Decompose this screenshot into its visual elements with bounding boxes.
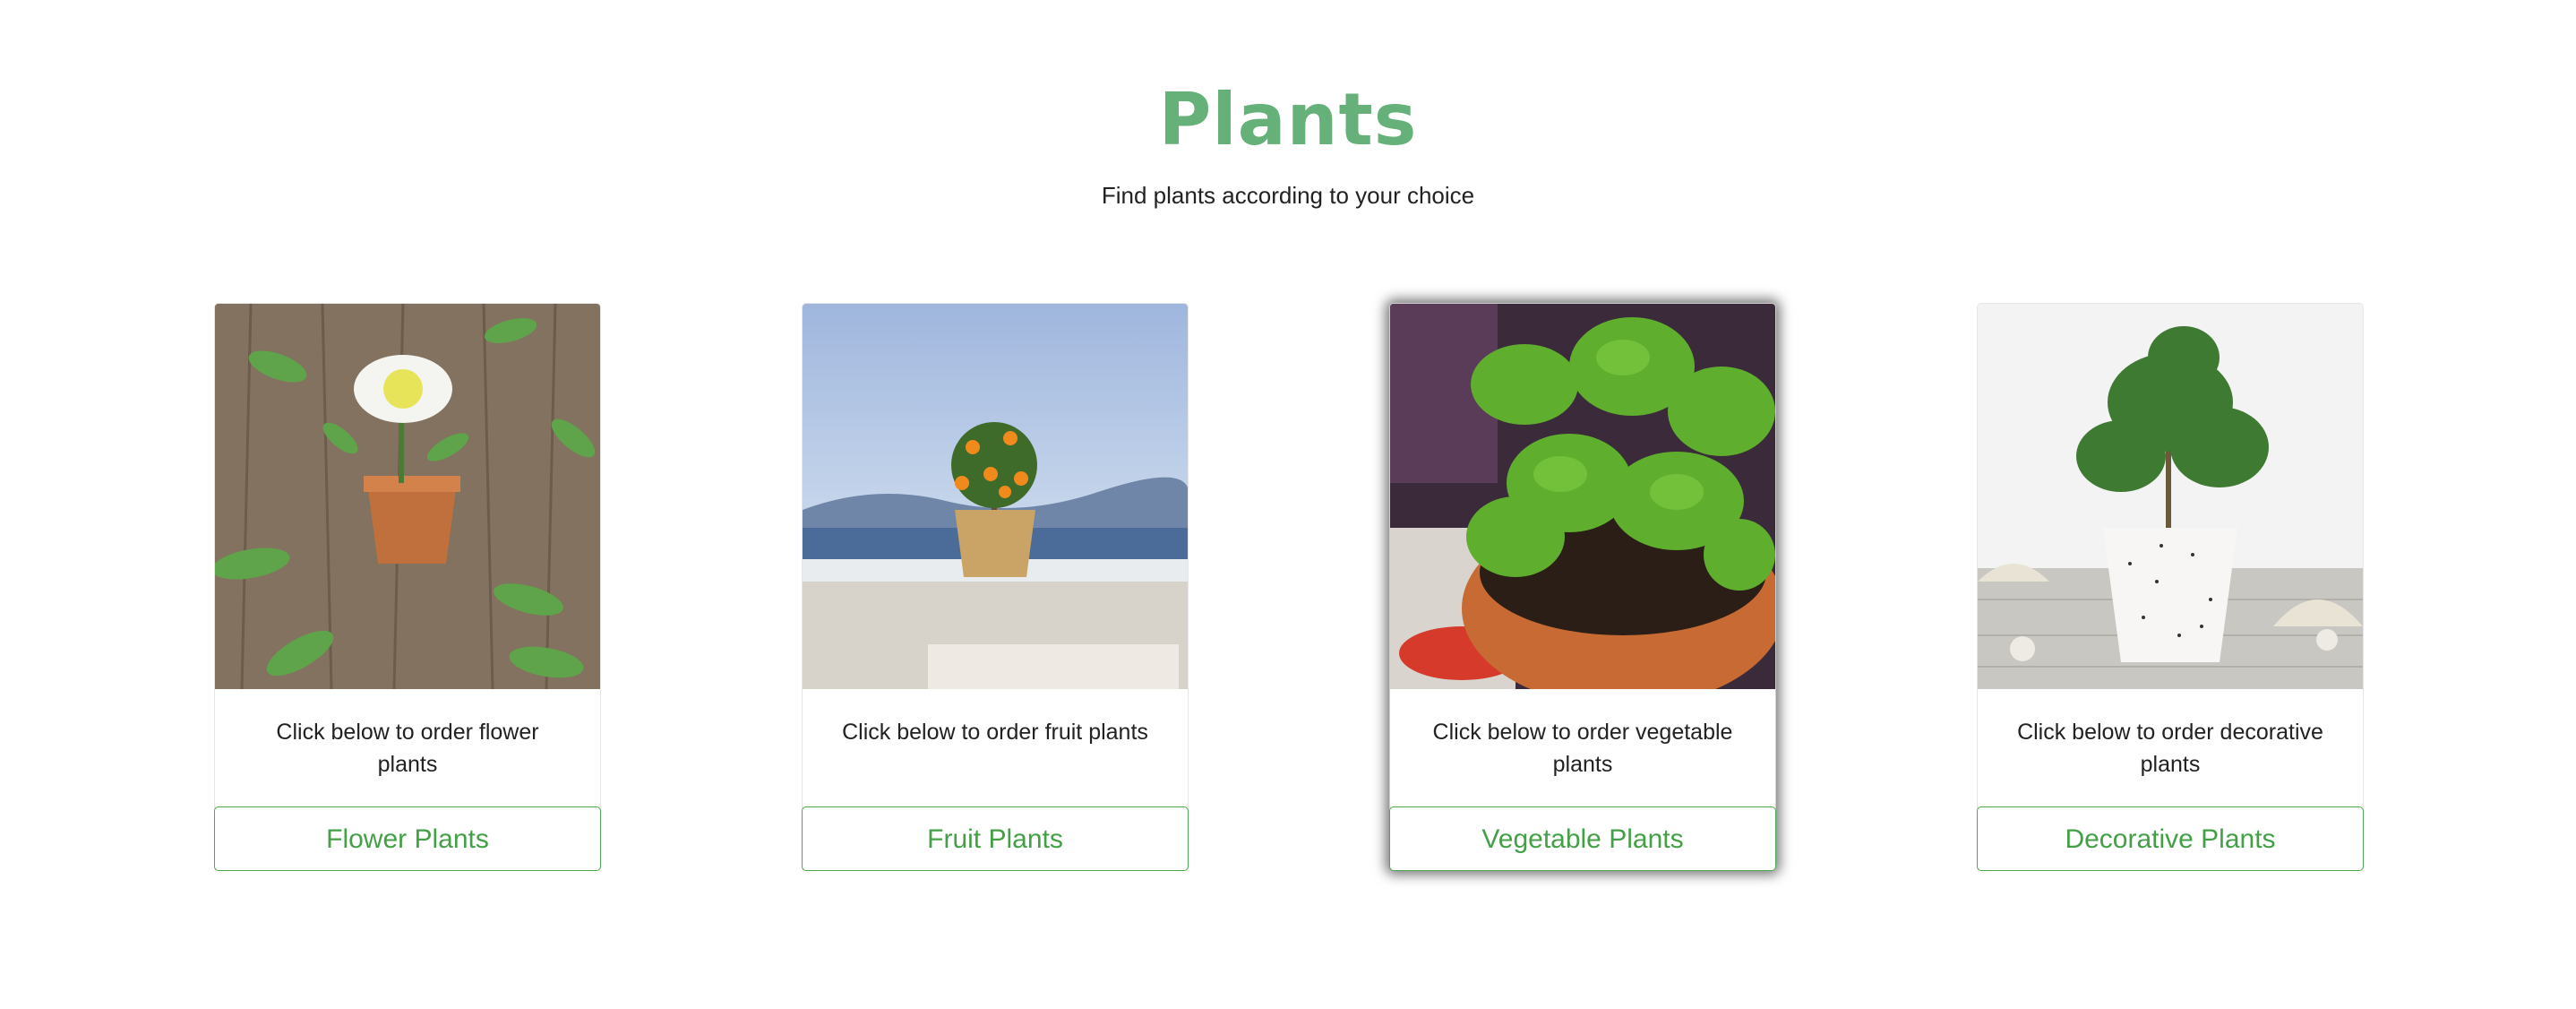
decorative-card-text: Click below to order decorative plants xyxy=(2017,720,2323,777)
decorative-plants-card: Click below to order decorative plants D… xyxy=(1977,303,2364,871)
page-subtitle: Find plants according to your choice xyxy=(1101,182,1475,209)
decorative-plants-button[interactable]: Decorative Plants xyxy=(1977,806,2364,871)
fruit-card-text: Click below to order fruit plants xyxy=(842,720,1148,745)
flower-plants-card: Click below to order flower plants Flowe… xyxy=(214,303,601,871)
flower-card-text: Click below to order flower plants xyxy=(276,720,539,777)
fruit-plants-card: Click below to order fruit plants Fruit … xyxy=(802,303,1189,871)
fruit-plant-image xyxy=(803,304,1188,689)
flower-plant-image xyxy=(215,304,600,689)
vegetable-card-text: Click below to order vegetable plants xyxy=(1432,720,1733,777)
page-title: Plants xyxy=(1158,78,1418,161)
flower-plants-button[interactable]: Flower Plants xyxy=(214,806,601,871)
fruit-plants-button[interactable]: Fruit Plants xyxy=(802,806,1189,871)
plants-page: Plants Find plants according to your cho… xyxy=(0,0,2576,1009)
decorative-plant-image xyxy=(1978,304,2363,689)
vegetable-plant-image xyxy=(1390,304,1775,689)
vegetable-plants-button[interactable]: Vegetable Plants xyxy=(1389,806,1776,871)
vegetable-plants-card: Click below to order vegetable plants Ve… xyxy=(1389,303,1776,871)
